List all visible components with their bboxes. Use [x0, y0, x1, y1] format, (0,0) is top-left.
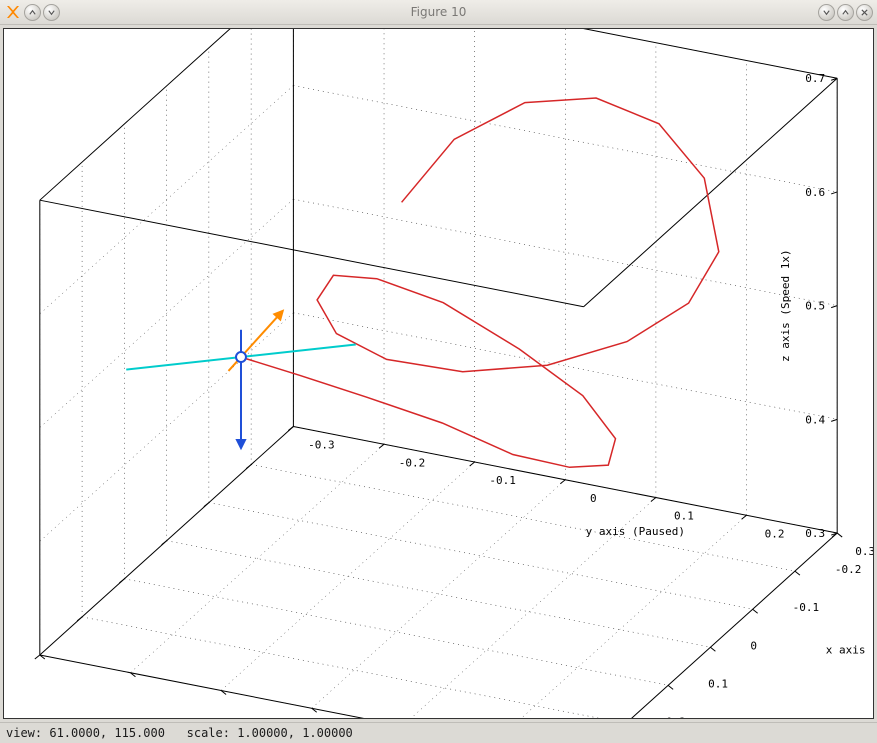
grid-line: [293, 85, 837, 192]
grid-line: [251, 465, 795, 572]
minimize-button[interactable]: [818, 4, 835, 21]
z-tick-label: 0.6: [805, 186, 825, 199]
axes3d[interactable]: 0.3 0.4 0.5 0.6 0.7 -0.3 -0.2 -0.1 0 0.1 0.2 0.3 -0.…: [4, 29, 873, 718]
grid-line: [40, 199, 294, 427]
trajectory-line: [241, 98, 719, 467]
grid-line: [124, 579, 668, 686]
grid-line: [40, 313, 294, 541]
grid-line: [293, 29, 837, 78]
y-tick-label: 0: [590, 492, 597, 505]
box-edge: [40, 29, 294, 200]
grid-line: [312, 480, 566, 708]
close-button[interactable]: [856, 4, 873, 21]
y-tick-label: 0.2: [765, 527, 785, 540]
app-icon: [4, 3, 22, 21]
current-point-marker: [236, 352, 246, 362]
window-title: Figure 10: [0, 5, 877, 19]
x-tick-label: -0.2: [835, 563, 862, 576]
z-tick-label: 0.7: [805, 72, 825, 85]
grid-line: [209, 503, 753, 610]
x-tick-label: -0.1: [793, 601, 820, 614]
box-edge: [40, 200, 584, 307]
figure-window: Figure 10 0.30.40.50.60.7-0.3-0.2-0.100.…: [0, 0, 877, 743]
z-axis-label: z axis (Speed 1x): [779, 249, 792, 362]
box-edge: [293, 29, 837, 78]
x-tick-label: 0.1: [708, 677, 728, 690]
y-tick-label: 0.3: [855, 545, 873, 558]
z-tick-label: 0.5: [805, 300, 825, 313]
x-tick-label: 0.2: [666, 715, 686, 718]
grid-line: [40, 85, 294, 313]
titlebar[interactable]: Figure 10: [0, 0, 877, 25]
x-tick-label: 0: [750, 639, 757, 652]
y-tick-label: 0.1: [674, 510, 694, 523]
z-tick-label: 0.3: [805, 527, 825, 540]
ontop-button[interactable]: [43, 4, 60, 21]
y-axis-label: y axis (Paused): [586, 525, 685, 538]
shade-button[interactable]: [24, 4, 41, 21]
statusbar: view: 61.0000, 115.000 scale: 1.00000, 1…: [0, 722, 877, 743]
grid-line: [130, 444, 384, 672]
plot-canvas[interactable]: 0.3 0.4 0.5 0.6 0.7 -0.3 -0.2 -0.1 0 0.1 0.2 0.3 -0.…: [3, 28, 874, 719]
y-tick-label: -0.2: [399, 456, 426, 469]
grid-line: [82, 617, 626, 718]
grid-line: [221, 462, 475, 690]
box-edge: [584, 78, 838, 306]
frame-axis-orange: [241, 311, 283, 357]
status-text: view: 61.0000, 115.000 scale: 1.00000, 1…: [6, 726, 353, 740]
x-axis-label: x axis (t = 10.48): [826, 643, 873, 656]
y-tick-label: -0.1: [489, 474, 516, 487]
z-tick-label: 0.4: [805, 413, 825, 426]
grid-line: [40, 29, 294, 200]
maximize-button[interactable]: [837, 4, 854, 21]
y-tick-label: -0.3: [308, 439, 335, 452]
